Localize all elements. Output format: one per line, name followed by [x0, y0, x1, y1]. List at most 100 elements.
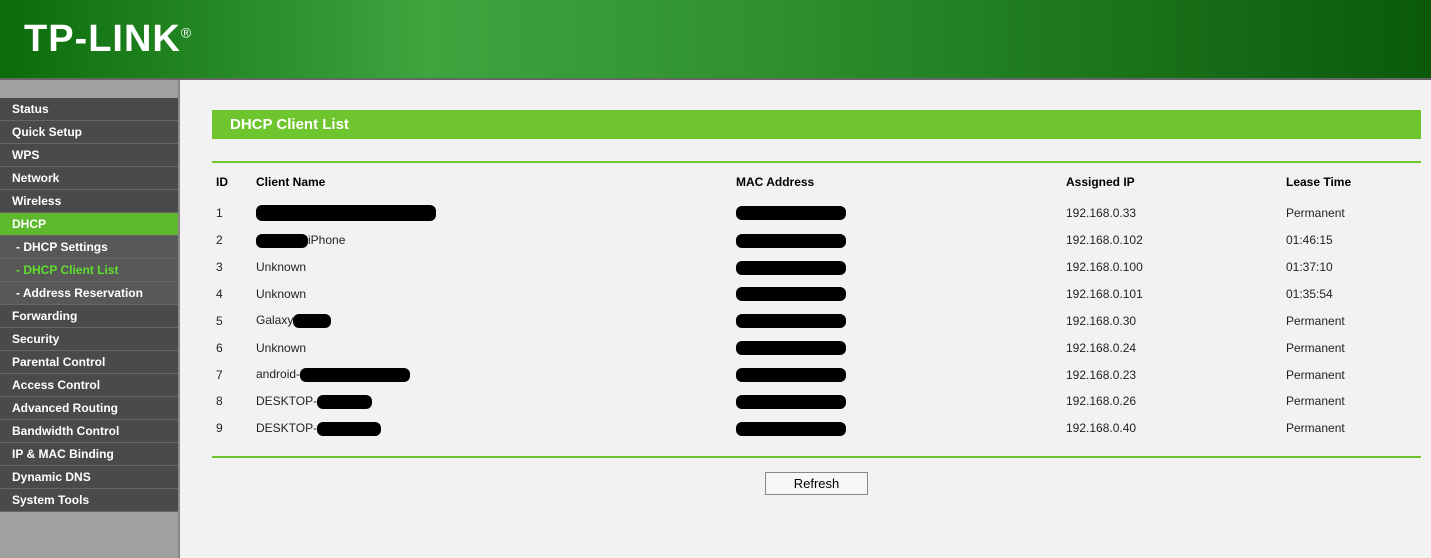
col-name: Client Name: [252, 169, 732, 199]
cell-mac: [732, 334, 1062, 361]
cell-mac: [732, 361, 1062, 388]
cell-ip: 192.168.0.24: [1062, 334, 1282, 361]
redacted-mac: [736, 261, 846, 275]
actions: Refresh: [212, 472, 1421, 495]
table-row: 2 iPhone 192.168.0.10201:46:15: [212, 227, 1421, 254]
cell-id: 3: [212, 254, 252, 281]
cell-mac: [732, 281, 1062, 308]
table-row: 4Unknown192.168.0.10101:35:54: [212, 281, 1421, 308]
divider-top: [212, 161, 1421, 163]
cell-ip: 192.168.0.26: [1062, 388, 1282, 415]
col-id: ID: [212, 169, 252, 199]
name-prefix: Unknown: [256, 260, 306, 274]
sidebar: StatusQuick SetupWPSNetworkWirelessDHCP-…: [0, 80, 180, 558]
cell-mac: [732, 199, 1062, 227]
name-suffix: iPhone: [308, 233, 345, 247]
sidebar-item-address-reservation[interactable]: - Address Reservation: [0, 282, 178, 305]
header: TP-LINK®: [0, 0, 1431, 80]
redacted-name: [317, 422, 381, 436]
refresh-button[interactable]: Refresh: [765, 472, 869, 495]
client-table: ID Client Name MAC Address Assigned IP L…: [212, 169, 1421, 442]
cell-id: 2: [212, 227, 252, 254]
sidebar-item-dynamic-dns[interactable]: Dynamic DNS: [0, 466, 178, 489]
name-prefix: DESKTOP-: [256, 421, 317, 435]
cell-client-name: DESKTOP-: [252, 415, 732, 442]
redacted-name: [300, 368, 410, 382]
name-prefix: android-: [256, 367, 300, 381]
panel-title: DHCP Client List: [212, 110, 1421, 139]
redacted-mac: [736, 234, 846, 248]
cell-ip: 192.168.0.23: [1062, 361, 1282, 388]
redacted-mac: [736, 395, 846, 409]
sidebar-item-dhcp-client-list[interactable]: - DHCP Client List: [0, 259, 178, 282]
divider-bottom: [212, 456, 1421, 458]
sidebar-item-dhcp[interactable]: DHCP: [0, 213, 178, 236]
cell-lease: Permanent: [1282, 307, 1421, 334]
sidebar-item-advanced-routing[interactable]: Advanced Routing: [0, 397, 178, 420]
col-ip: Assigned IP: [1062, 169, 1282, 199]
sidebar-item-bandwidth-control[interactable]: Bandwidth Control: [0, 420, 178, 443]
table-row: 7 android- 192.168.0.23Permanent: [212, 361, 1421, 388]
cell-client-name: Unknown: [252, 254, 732, 281]
cell-lease: Permanent: [1282, 199, 1421, 227]
cell-ip: 192.168.0.40: [1062, 415, 1282, 442]
sidebar-item-network[interactable]: Network: [0, 167, 178, 190]
table-row: 1192.168.0.33Permanent: [212, 199, 1421, 227]
table-header: ID Client Name MAC Address Assigned IP L…: [212, 169, 1421, 199]
cell-ip: 192.168.0.102: [1062, 227, 1282, 254]
redacted-mac: [736, 206, 846, 220]
cell-id: 5: [212, 307, 252, 334]
table-row: 8 DESKTOP- 192.168.0.26Permanent: [212, 388, 1421, 415]
table-row: 9 DESKTOP- 192.168.0.40Permanent: [212, 415, 1421, 442]
redacted-mac: [736, 341, 846, 355]
cell-lease: 01:35:54: [1282, 281, 1421, 308]
cell-lease: Permanent: [1282, 388, 1421, 415]
table-row: 6Unknown192.168.0.24Permanent: [212, 334, 1421, 361]
cell-client-name: Galaxy: [252, 307, 732, 334]
name-prefix: Galaxy: [256, 313, 293, 327]
cell-lease: 01:46:15: [1282, 227, 1421, 254]
redacted-mac: [736, 422, 846, 436]
cell-client-name: android-: [252, 361, 732, 388]
sidebar-item-wps[interactable]: WPS: [0, 144, 178, 167]
cell-id: 8: [212, 388, 252, 415]
cell-id: 1: [212, 199, 252, 227]
cell-client-name: [252, 199, 732, 227]
sidebar-item-quick-setup[interactable]: Quick Setup: [0, 121, 178, 144]
cell-mac: [732, 254, 1062, 281]
redacted-mac: [736, 287, 846, 301]
cell-mac: [732, 307, 1062, 334]
redacted-name: [317, 395, 372, 409]
sidebar-item-status[interactable]: Status: [0, 98, 178, 121]
redacted-mac: [736, 314, 846, 328]
redacted-name: [256, 205, 436, 221]
sidebar-item-parental-control[interactable]: Parental Control: [0, 351, 178, 374]
main-content: DHCP Client List ID Client Name MAC Addr…: [180, 80, 1431, 558]
cell-ip: 192.168.0.30: [1062, 307, 1282, 334]
cell-ip: 192.168.0.101: [1062, 281, 1282, 308]
cell-lease: 01:37:10: [1282, 254, 1421, 281]
name-prefix: Unknown: [256, 287, 306, 301]
redacted-mac: [736, 368, 846, 382]
cell-lease: Permanent: [1282, 361, 1421, 388]
cell-ip: 192.168.0.100: [1062, 254, 1282, 281]
cell-client-name: Unknown: [252, 281, 732, 308]
cell-client-name: iPhone: [252, 227, 732, 254]
sidebar-item-access-control[interactable]: Access Control: [0, 374, 178, 397]
sidebar-item-dhcp-settings[interactable]: - DHCP Settings: [0, 236, 178, 259]
sidebar-item-ip-mac-binding[interactable]: IP & MAC Binding: [0, 443, 178, 466]
cell-id: 7: [212, 361, 252, 388]
cell-client-name: Unknown: [252, 334, 732, 361]
sidebar-item-system-tools[interactable]: System Tools: [0, 489, 178, 512]
redacted-name: [256, 234, 308, 248]
sidebar-item-forwarding[interactable]: Forwarding: [0, 305, 178, 328]
cell-mac: [732, 227, 1062, 254]
sidebar-item-wireless[interactable]: Wireless: [0, 190, 178, 213]
registered-mark: ®: [181, 24, 192, 40]
cell-lease: Permanent: [1282, 415, 1421, 442]
table-row: 5 Galaxy 192.168.0.30Permanent: [212, 307, 1421, 334]
cell-id: 9: [212, 415, 252, 442]
redacted-name: [293, 314, 331, 328]
sidebar-item-security[interactable]: Security: [0, 328, 178, 351]
name-prefix: DESKTOP-: [256, 394, 317, 408]
